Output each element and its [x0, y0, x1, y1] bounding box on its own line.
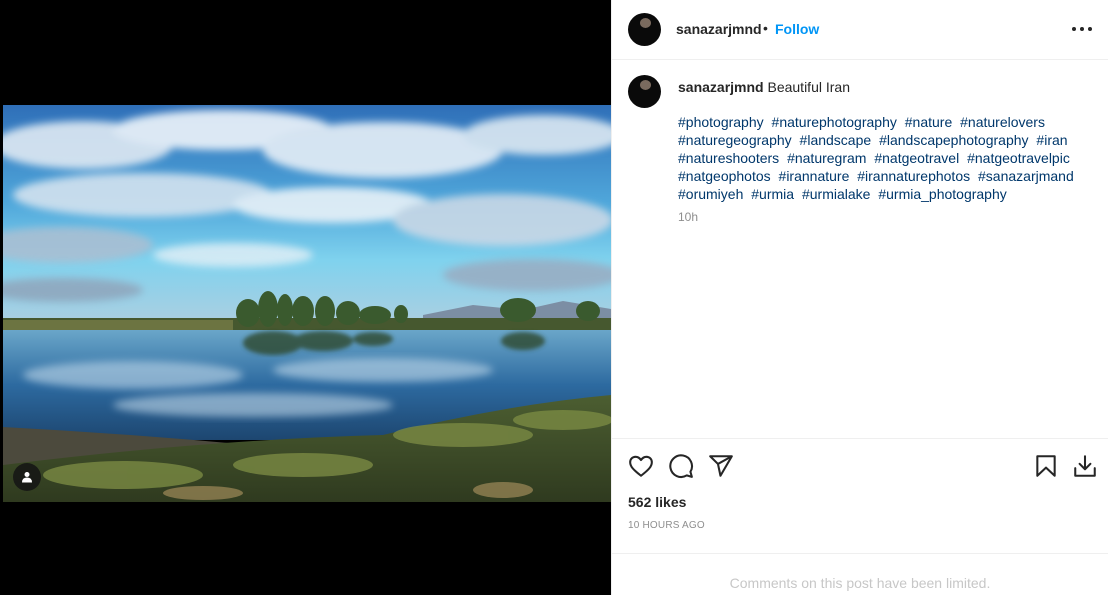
post-details-panel: sanazarjmnd • Follow sanazarjmnd Beautif…: [611, 0, 1108, 595]
hashtag-link[interactable]: #naturelovers: [960, 114, 1045, 130]
username-link[interactable]: sanazarjmnd: [676, 21, 762, 37]
hashtag-link[interactable]: #natureshooters: [678, 150, 779, 166]
comment-icon[interactable]: [668, 453, 694, 479]
hashtag-link[interactable]: #natgeotravelpic: [967, 150, 1070, 166]
separator-dot: •: [763, 20, 768, 36]
hashtag-link[interactable]: #iran: [1036, 132, 1067, 148]
hashtag-link[interactable]: #landscape: [800, 132, 872, 148]
bookmark-icon[interactable]: [1033, 453, 1059, 479]
hashtag-link[interactable]: #sanazarjmand: [978, 168, 1074, 184]
media-panel: [0, 0, 611, 595]
caption-username[interactable]: sanazarjmnd: [678, 79, 764, 95]
user-tag-icon: [22, 472, 32, 483]
post-timestamp[interactable]: 10 HOURS AGO: [628, 520, 705, 531]
hashtag-link[interactable]: #naturegeography: [678, 132, 792, 148]
hashtag-link[interactable]: #orumiyeh: [678, 186, 743, 202]
hashtag-list: #photography #naturephotography #nature …: [678, 113, 1088, 203]
hashtag-link[interactable]: #landscapephotography: [879, 132, 1028, 148]
hashtag-link[interactable]: #irannaturephotos: [857, 168, 970, 184]
hashtag-link[interactable]: #urmialake: [802, 186, 870, 202]
hashtag-link[interactable]: #urmia_photography: [878, 186, 1006, 202]
hashtag-link[interactable]: #naturegram: [787, 150, 866, 166]
heart-icon[interactable]: [628, 453, 654, 479]
like-count[interactable]: 562 likes: [628, 494, 686, 510]
caption-text: Beautiful Iran: [767, 79, 850, 95]
hashtag-link[interactable]: #naturephotography: [772, 114, 897, 130]
comments-limited-notice: Comments on this post have been limited.: [612, 553, 1108, 595]
caption-line: sanazarjmnd Beautiful Iran: [678, 78, 1088, 96]
download-icon[interactable]: [1072, 453, 1098, 479]
more-options-icon[interactable]: [1072, 20, 1092, 38]
caption-section: sanazarjmnd Beautiful Iran #photography …: [612, 60, 1108, 438]
hashtag-link[interactable]: #nature: [905, 114, 952, 130]
caption-timestamp[interactable]: 10h: [678, 210, 698, 224]
hashtag-link[interactable]: #urmia: [751, 186, 794, 202]
hashtag-link[interactable]: #natgeophotos: [678, 168, 771, 184]
avatar[interactable]: [628, 13, 661, 46]
post-photo[interactable]: [3, 105, 611, 502]
action-bar: [612, 438, 1108, 486]
post-header: sanazarjmnd • Follow: [612, 0, 1108, 60]
tagged-users-button[interactable]: [13, 463, 41, 491]
caption-avatar[interactable]: [628, 75, 661, 108]
hashtag-link[interactable]: #photography: [678, 114, 764, 130]
lake-landscape-image: [3, 105, 611, 502]
share-icon[interactable]: [708, 453, 734, 479]
hashtag-link[interactable]: #natgeotravel: [874, 150, 959, 166]
follow-button[interactable]: Follow: [775, 21, 819, 37]
hashtag-link[interactable]: #irannature: [779, 168, 850, 184]
